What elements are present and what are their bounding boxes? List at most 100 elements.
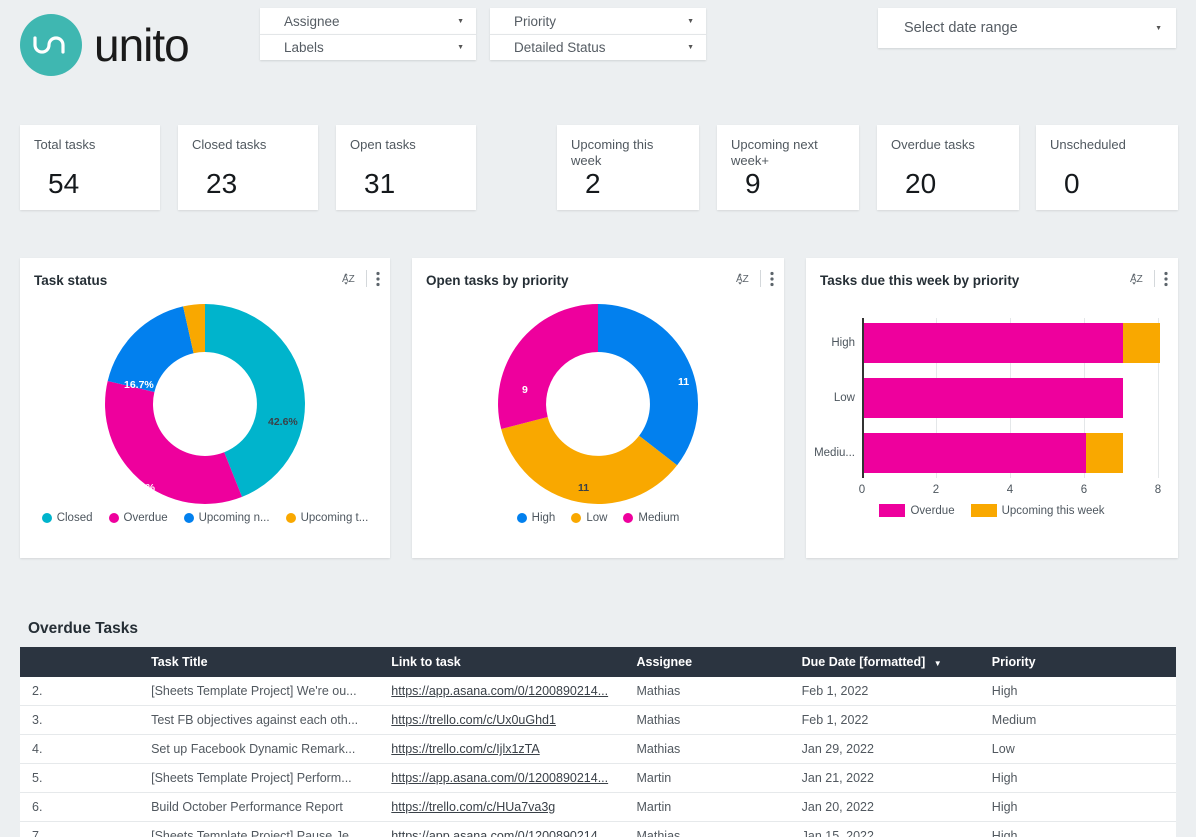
sort-az-icon[interactable]: AZ — [734, 270, 751, 287]
col-header-due-date[interactable]: Due Date [formatted] ▼ — [795, 647, 986, 677]
legend-item[interactable]: Upcoming t... — [285, 512, 368, 524]
legend-item[interactable]: Upcoming n... — [183, 512, 270, 524]
scorecard-row: Total tasks 54 Closed tasks 23 Open task… — [0, 125, 1196, 210]
panel-header: Open tasks by priority AZ — [412, 258, 784, 296]
sort-az-icon[interactable]: AZ — [1128, 270, 1145, 287]
legend-item[interactable]: Medium — [623, 512, 679, 524]
filter-assignee[interactable]: Assignee ▼ — [260, 8, 476, 34]
cell-index: 7. — [20, 821, 146, 837]
kebab-menu-icon[interactable] — [376, 271, 380, 287]
cell-link[interactable]: https://app.asana.com/0/1200890214... — [385, 677, 631, 706]
filter-assignee-label: Assignee — [284, 13, 340, 29]
scorecard-value: 2 — [585, 168, 601, 199]
table-row[interactable]: 5. [Sheets Template Project] Perform... … — [20, 763, 1176, 793]
cell-priority: High — [985, 677, 1176, 706]
x-axis-tick: 6 — [1080, 484, 1088, 496]
task-link[interactable]: https://trello.com/c/Ux0uGhd1 — [391, 713, 556, 727]
bar-segment-upcoming-medium[interactable] — [1086, 433, 1123, 473]
toolbar-divider — [760, 270, 761, 287]
bar-segment-upcoming-high[interactable] — [1123, 323, 1160, 363]
bar-segment-overdue-low[interactable] — [864, 378, 1123, 418]
task-link[interactable]: https://trello.com/c/Ijlx1zTA — [391, 742, 539, 756]
col-header-priority[interactable]: Priority — [985, 647, 1176, 677]
filter-detailed-status[interactable]: Detailed Status ▼ — [490, 34, 706, 60]
cell-priority: Low — [985, 734, 1176, 764]
legend-item[interactable]: High — [516, 512, 555, 524]
legend-item[interactable]: Overdue — [879, 504, 955, 517]
donut-chart — [105, 303, 305, 504]
task-link[interactable]: https://app.asana.com/0/1200890214... — [391, 771, 608, 785]
scorecard-label: Unscheduled — [1050, 137, 1126, 152]
filter-priority[interactable]: Priority ▼ — [490, 8, 706, 34]
table-row[interactable]: 6. Build October Performance Report http… — [20, 792, 1176, 822]
date-range-selector[interactable]: Select date range ▼ — [878, 8, 1176, 48]
cell-link[interactable]: https://trello.com/c/HUa7va3g — [385, 792, 631, 822]
panel-toolbar: AZ — [340, 270, 380, 287]
cell-link[interactable]: https://trello.com/c/Ux0uGhd1 — [385, 705, 631, 735]
col-header-assignee[interactable]: Assignee — [630, 647, 796, 677]
stacked-bar-chart: High Low Mediu... 0 2 4 6 8 — [806, 304, 1178, 504]
cell-link[interactable]: https://trello.com/c/Ijlx1zTA — [385, 734, 631, 764]
overdue-tasks-table: Task Title Link to task Assignee Due Dat… — [20, 647, 1176, 837]
scorecard-label: Upcoming next week+ — [731, 137, 818, 169]
cell-link[interactable]: https://app.asana.com/0/1200890214... — [385, 763, 631, 793]
scorecard-label: Upcoming this week — [571, 137, 654, 169]
slice-upcoming-next[interactable] — [107, 306, 194, 392]
legend-label: Closed — [56, 512, 93, 524]
legend-item[interactable]: Overdue — [108, 512, 168, 524]
scorecard-value: 31 — [364, 168, 396, 199]
cell-task-title: [Sheets Template Project] We're ou... — [145, 677, 386, 706]
legend-label: Low — [586, 512, 608, 524]
filter-detailed-status-label: Detailed Status — [514, 40, 606, 55]
kebab-menu-icon[interactable] — [1164, 271, 1168, 287]
scorecard-overdue-tasks[interactable]: Overdue tasks 20 — [877, 125, 1019, 210]
col-header-index[interactable] — [20, 647, 146, 677]
task-link[interactable]: https://trello.com/c/HUa7va3g — [391, 800, 555, 814]
cell-priority: High — [985, 763, 1176, 793]
scorecard-upcoming-next-week[interactable]: Upcoming next week+ 9 — [717, 125, 859, 210]
slice-high[interactable] — [598, 304, 699, 466]
task-status-legend: Closed Overdue Upcoming n... Upcoming t.… — [20, 508, 390, 524]
chevron-down-icon: ▼ — [1155, 24, 1162, 32]
cell-assignee: Mathias — [630, 677, 796, 706]
chevron-down-icon: ▼ — [687, 17, 694, 25]
panel-tasks-due-this-week: Tasks due this week by priority AZ High … — [806, 258, 1178, 558]
dashboard-page: unito Assignee ▼ Labels ▼ Priority ▼ Det… — [0, 0, 1196, 837]
cell-task-title: [Sheets Template Project] Perform... — [145, 763, 386, 793]
col-header-task-title[interactable]: Task Title — [145, 647, 386, 677]
scorecard-open-tasks[interactable]: Open tasks 31 — [336, 125, 476, 210]
cell-assignee: Mathias — [630, 821, 796, 837]
cell-priority: High — [985, 821, 1176, 837]
scorecard-total-tasks[interactable]: Total tasks 54 — [20, 125, 160, 210]
scorecard-upcoming-this-week[interactable]: Upcoming this week 2 — [557, 125, 699, 210]
cell-link[interactable]: https://app.asana.com/0/1200890214... — [385, 821, 631, 837]
table-row[interactable]: 2. [Sheets Template Project] We're ou...… — [20, 677, 1176, 706]
scorecard-closed-tasks[interactable]: Closed tasks 23 — [178, 125, 318, 210]
slice-medium[interactable] — [498, 304, 598, 429]
kebab-menu-icon[interactable] — [770, 271, 774, 287]
cell-index: 3. — [20, 705, 146, 735]
table-row[interactable]: 3. Test FB objectives against each oth..… — [20, 705, 1176, 735]
chevron-down-icon: ▼ — [457, 17, 464, 25]
bar-segment-overdue-medium[interactable] — [864, 433, 1086, 473]
filter-labels[interactable]: Labels ▼ — [260, 34, 476, 60]
slice-overdue[interactable] — [105, 381, 242, 504]
bar-segment-overdue-high[interactable] — [864, 323, 1123, 363]
legend-item[interactable]: Low — [571, 512, 607, 524]
sort-az-icon[interactable]: AZ — [340, 270, 357, 287]
scorecard-unscheduled[interactable]: Unscheduled 0 — [1036, 125, 1178, 210]
legend-item[interactable]: Upcoming this week — [970, 504, 1105, 517]
task-link[interactable]: https://app.asana.com/0/1200890214... — [391, 829, 608, 837]
scorecard-value: 23 — [206, 168, 238, 199]
task-link[interactable]: https://app.asana.com/0/1200890214... — [391, 684, 608, 698]
col-header-link-to-task[interactable]: Link to task — [385, 647, 631, 677]
panel-open-tasks-by-priority: Open tasks by priority AZ 11 11 9 High L… — [412, 258, 784, 558]
legend-item[interactable]: Closed — [41, 512, 93, 524]
legend-swatch-medium — [623, 513, 634, 523]
table-body: 2. [Sheets Template Project] We're ou...… — [20, 677, 1176, 837]
legend-label: Upcoming n... — [198, 512, 270, 524]
table-row[interactable]: 4. Set up Facebook Dynamic Remark... htt… — [20, 734, 1176, 764]
legend-label: Upcoming this week — [1001, 504, 1105, 517]
filter-group-left: Assignee ▼ Labels ▼ — [260, 8, 476, 60]
table-row[interactable]: 7. [Sheets Template Project] Pause Je...… — [20, 821, 1176, 837]
